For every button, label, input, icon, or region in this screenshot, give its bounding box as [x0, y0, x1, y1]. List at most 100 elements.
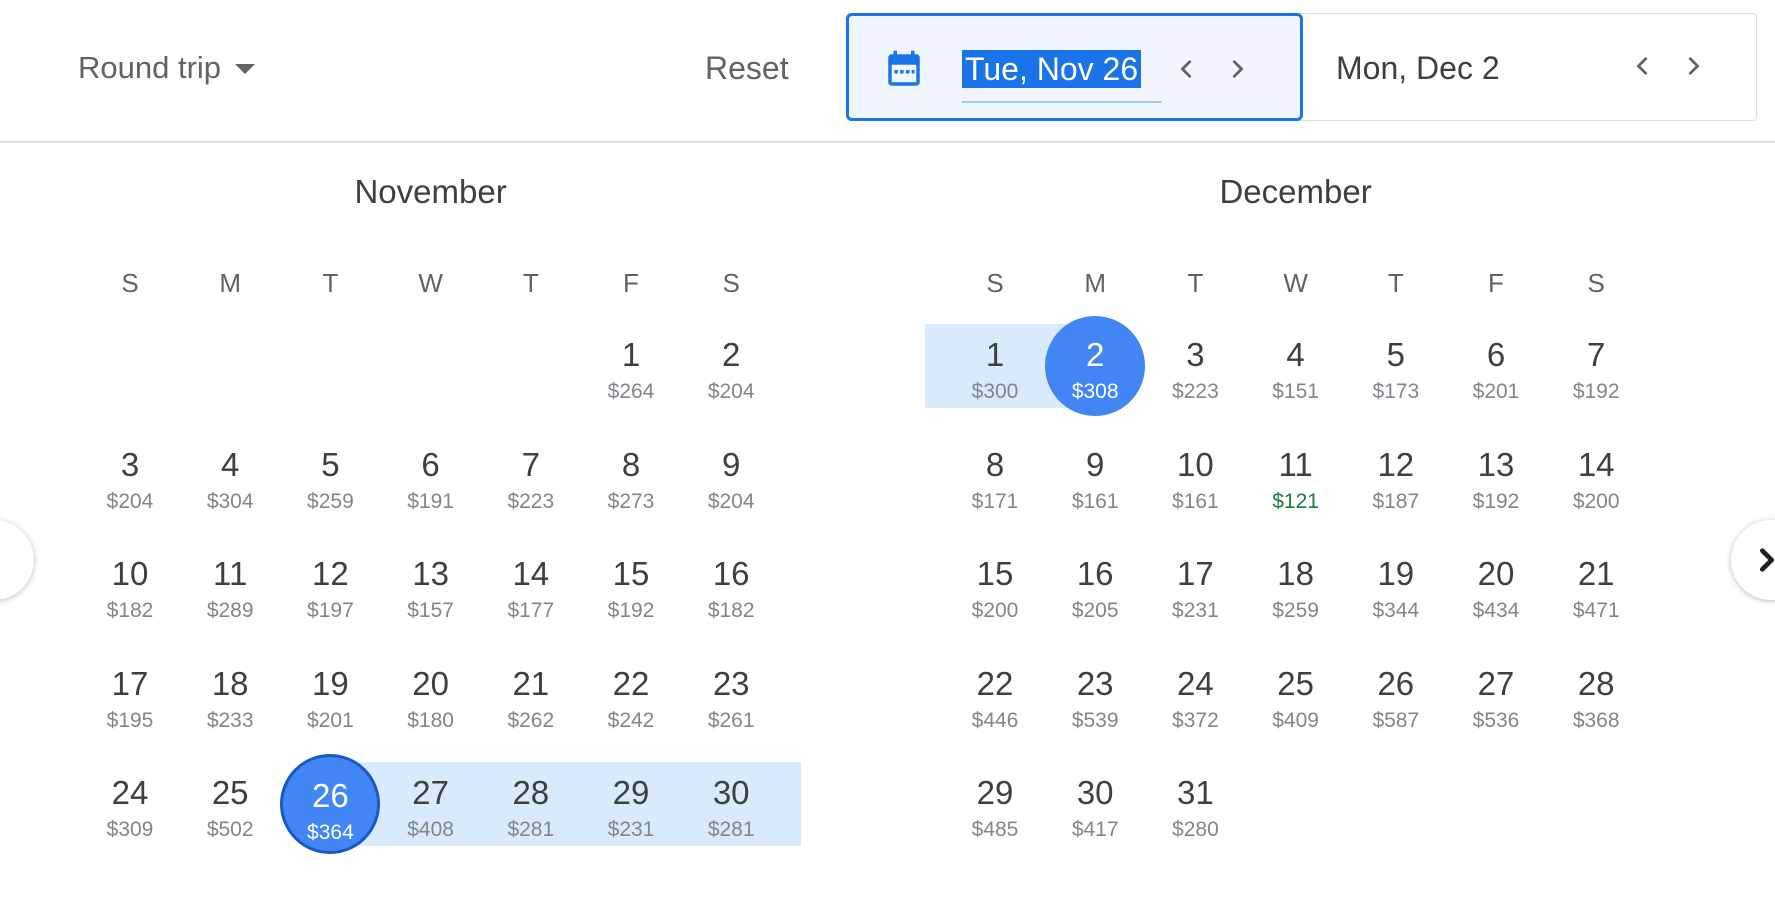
day-cell[interactable]: 6 $201 [1446, 316, 1546, 416]
departure-next-day-button[interactable] [1223, 55, 1251, 83]
day-cell[interactable]: 7 $223 [481, 426, 581, 526]
day-price: $201 [1472, 380, 1520, 403]
day-cell[interactable]: 20 $180 [381, 645, 481, 745]
day-cell[interactable]: 18 $233 [180, 645, 280, 745]
departure-prev-day-button[interactable] [1173, 55, 1201, 83]
selected-day-cell[interactable]: 2 $308 [1045, 316, 1146, 416]
day-cell[interactable]: 12 $187 [1346, 426, 1446, 526]
day-cell[interactable]: 16 $182 [681, 535, 781, 635]
day-price: $300 [971, 380, 1019, 403]
day-cell[interactable]: 3 $204 [80, 426, 180, 526]
day-cell[interactable]: 2 $204 [681, 316, 781, 416]
day-number: 11 [1278, 445, 1313, 483]
return-prev-day-button[interactable] [1629, 52, 1657, 80]
previous-month-button[interactable] [0, 520, 34, 600]
day-cell[interactable]: 28 $281 [481, 754, 581, 854]
weekday-header: T [322, 268, 339, 298]
day-cell[interactable]: 9 $204 [681, 426, 781, 526]
day-cell[interactable]: 24 $372 [1145, 645, 1245, 745]
day-cell[interactable]: 8 $273 [581, 426, 681, 526]
day-cell[interactable]: 4 $304 [180, 426, 280, 526]
day-price: $204 [707, 380, 755, 403]
day-cell[interactable]: 3 $223 [1145, 316, 1245, 416]
day-cell[interactable]: 5 $259 [280, 426, 380, 526]
day-cell[interactable]: 14 $200 [1546, 426, 1646, 526]
day-cell[interactable]: 4 $151 [1246, 316, 1346, 416]
day-cell[interactable]: 23 $539 [1045, 645, 1145, 745]
day-number: 17 [1177, 555, 1214, 592]
day-cell[interactable]: 13 $157 [381, 535, 481, 635]
day-cell[interactable]: 19 $344 [1346, 535, 1446, 635]
day-cell[interactable]: 20 $434 [1446, 535, 1546, 635]
day-cell[interactable]: 25 $409 [1246, 645, 1346, 745]
return-date-field[interactable]: Mon, Dec 2 [1336, 49, 1500, 87]
day-cell[interactable]: 15 $200 [945, 535, 1045, 635]
departure-date-field[interactable]: Tue, Nov 26 [846, 13, 1303, 121]
day-cell[interactable]: 30 $417 [1045, 754, 1145, 854]
day-number: 15 [976, 555, 1014, 592]
month-title: November [354, 173, 507, 210]
day-cell[interactable]: 23 $261 [681, 645, 781, 745]
day-cell[interactable]: 27 $408 [381, 754, 481, 854]
day-cell[interactable]: 24 $309 [80, 754, 180, 854]
day-price: $200 [1572, 489, 1620, 513]
day-cell[interactable]: 10 $161 [1145, 426, 1245, 526]
day-cell[interactable]: 21 $262 [481, 645, 581, 745]
day-cell[interactable]: 17 $231 [1145, 535, 1245, 635]
day-cell[interactable]: 16 $205 [1045, 535, 1145, 635]
day-price: $177 [507, 599, 555, 622]
day-price: $446 [971, 708, 1019, 732]
return-next-day-button[interactable] [1679, 52, 1707, 80]
day-price: $304 [206, 489, 254, 513]
day-cell[interactable]: 11 $289 [180, 535, 280, 635]
trip-type-dropdown[interactable]: Round trip [78, 46, 256, 90]
day-price: $233 [206, 708, 254, 732]
day-cell[interactable]: 30 $281 [681, 754, 781, 854]
next-month-button[interactable] [1731, 520, 1775, 600]
day-cell[interactable]: 27 $536 [1446, 645, 1546, 745]
departure-date-value[interactable]: Tue, Nov 26 [962, 50, 1142, 88]
day-cell[interactable]: 26 $587 [1346, 645, 1446, 745]
day-cell[interactable]: 15 $192 [581, 535, 681, 635]
day-cell[interactable]: 31 $280 [1145, 754, 1245, 854]
day-cell[interactable]: 14 $177 [481, 535, 581, 635]
day-number: 4 [1286, 336, 1305, 373]
day-price: $187 [1372, 489, 1420, 513]
day-cell[interactable]: 8 $171 [945, 426, 1045, 526]
day-price: $192 [1572, 380, 1620, 403]
day-cell[interactable]: 25 $502 [180, 754, 280, 854]
day-cell[interactable]: 22 $242 [581, 645, 681, 745]
day-number: 14 [1577, 445, 1615, 483]
selected-day-cell[interactable]: 26 $364 [280, 754, 381, 854]
day-cell[interactable]: 18 $259 [1246, 535, 1346, 635]
day-cell[interactable]: 10 $182 [80, 535, 180, 635]
day-cell[interactable]: 28 $368 [1546, 645, 1646, 745]
day-cell[interactable]: 19 $201 [280, 645, 380, 745]
day-number: 5 [1386, 336, 1405, 373]
day-price: $434 [1472, 599, 1520, 622]
day-cell[interactable]: 13 $192 [1446, 426, 1546, 526]
day-cell[interactable]: 29 $231 [581, 754, 681, 854]
day-cell[interactable]: 17 $195 [80, 645, 180, 745]
day-cell[interactable]: 1 $300 [945, 316, 1045, 416]
day-cell[interactable]: 12 $197 [280, 535, 380, 635]
day-cell[interactable]: 29 $485 [945, 754, 1045, 854]
reset-button[interactable]: Reset [705, 46, 789, 90]
weekday-header: S [1587, 268, 1605, 298]
day-price: $408 [407, 818, 454, 841]
date-picker-header: Round trip Reset Tue, Nov 26 Mon, Dec 2 [0, 0, 1775, 143]
day-cell[interactable]: 5 $173 [1346, 316, 1446, 416]
day-cell[interactable]: 7 $192 [1546, 316, 1646, 416]
day-cell[interactable]: 21 $471 [1546, 535, 1646, 635]
day-price: $259 [307, 489, 354, 513]
day-cell[interactable]: 9 $161 [1045, 426, 1145, 526]
day-cell[interactable]: 1 $264 [581, 316, 681, 416]
day-price: $262 [507, 708, 555, 732]
day-number: 20 [1477, 555, 1515, 592]
day-cell[interactable]: 11 $121 [1246, 426, 1346, 526]
day-number: 30 [712, 774, 750, 811]
day-cell[interactable]: 6 $191 [381, 426, 481, 526]
day-price: $205 [1071, 599, 1119, 622]
day-price-low: $121 [1272, 489, 1319, 513]
day-cell[interactable]: 22 $446 [945, 645, 1045, 745]
